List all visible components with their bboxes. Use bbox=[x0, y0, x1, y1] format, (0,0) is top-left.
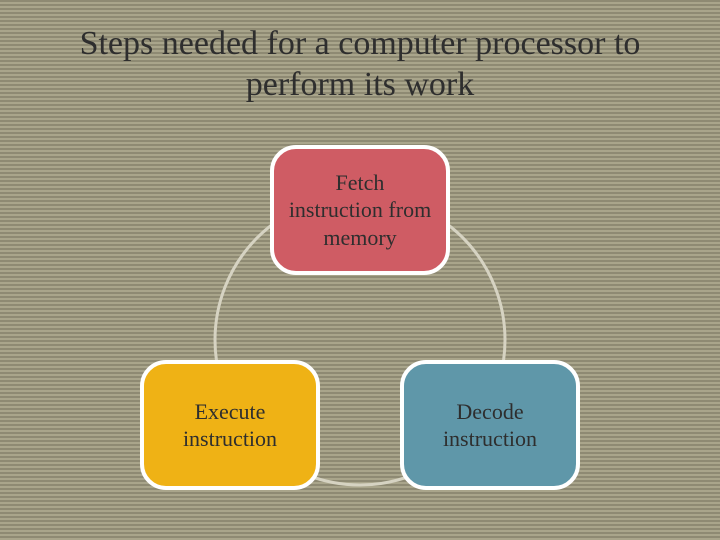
node-execute-label: Execute instruction bbox=[158, 398, 302, 453]
node-execute: Execute instruction bbox=[140, 360, 320, 490]
node-decode-label: Decode instruction bbox=[418, 398, 562, 453]
node-fetch: Fetch instruction from memory bbox=[270, 145, 450, 275]
cycle-diagram: Fetch instruction from memory Decode ins… bbox=[0, 145, 720, 525]
page-title: Steps needed for a computer processor to… bbox=[0, 24, 720, 106]
node-fetch-label: Fetch instruction from memory bbox=[288, 169, 432, 252]
node-decode: Decode instruction bbox=[400, 360, 580, 490]
